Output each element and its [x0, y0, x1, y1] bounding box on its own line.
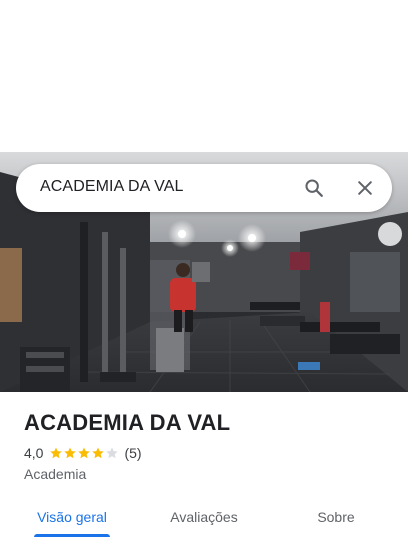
active-tab-indicator	[34, 534, 110, 537]
place-tabs: Visão geral Avaliações Sobre	[0, 496, 408, 544]
rating-row[interactable]: 4,0 (5)	[24, 445, 142, 461]
star-icon	[50, 447, 63, 459]
close-icon[interactable]	[349, 172, 381, 204]
rating-value: 4,0	[24, 445, 44, 461]
search-icon[interactable]	[298, 172, 330, 204]
search-bar[interactable]: ACADEMIA DA VAL	[16, 164, 392, 212]
search-query-text[interactable]: ACADEMIA DA VAL	[40, 178, 183, 196]
place-info-panel: ACADEMIA DA VAL 4,0 (5) Academia Visão g…	[0, 392, 408, 544]
place-category[interactable]: Academia	[24, 466, 86, 482]
rating-stars	[49, 446, 119, 460]
star-icon	[64, 447, 77, 459]
place-title: ACADEMIA DA VAL	[24, 410, 231, 435]
tab-about[interactable]: Sobre	[288, 496, 384, 538]
star-icon	[92, 447, 105, 459]
star-icon	[78, 447, 91, 459]
tab-reviews[interactable]: Avaliações	[156, 496, 252, 538]
review-count[interactable]: (5)	[124, 445, 141, 461]
tab-overview[interactable]: Visão geral	[24, 496, 120, 538]
star-icon	[106, 447, 119, 459]
